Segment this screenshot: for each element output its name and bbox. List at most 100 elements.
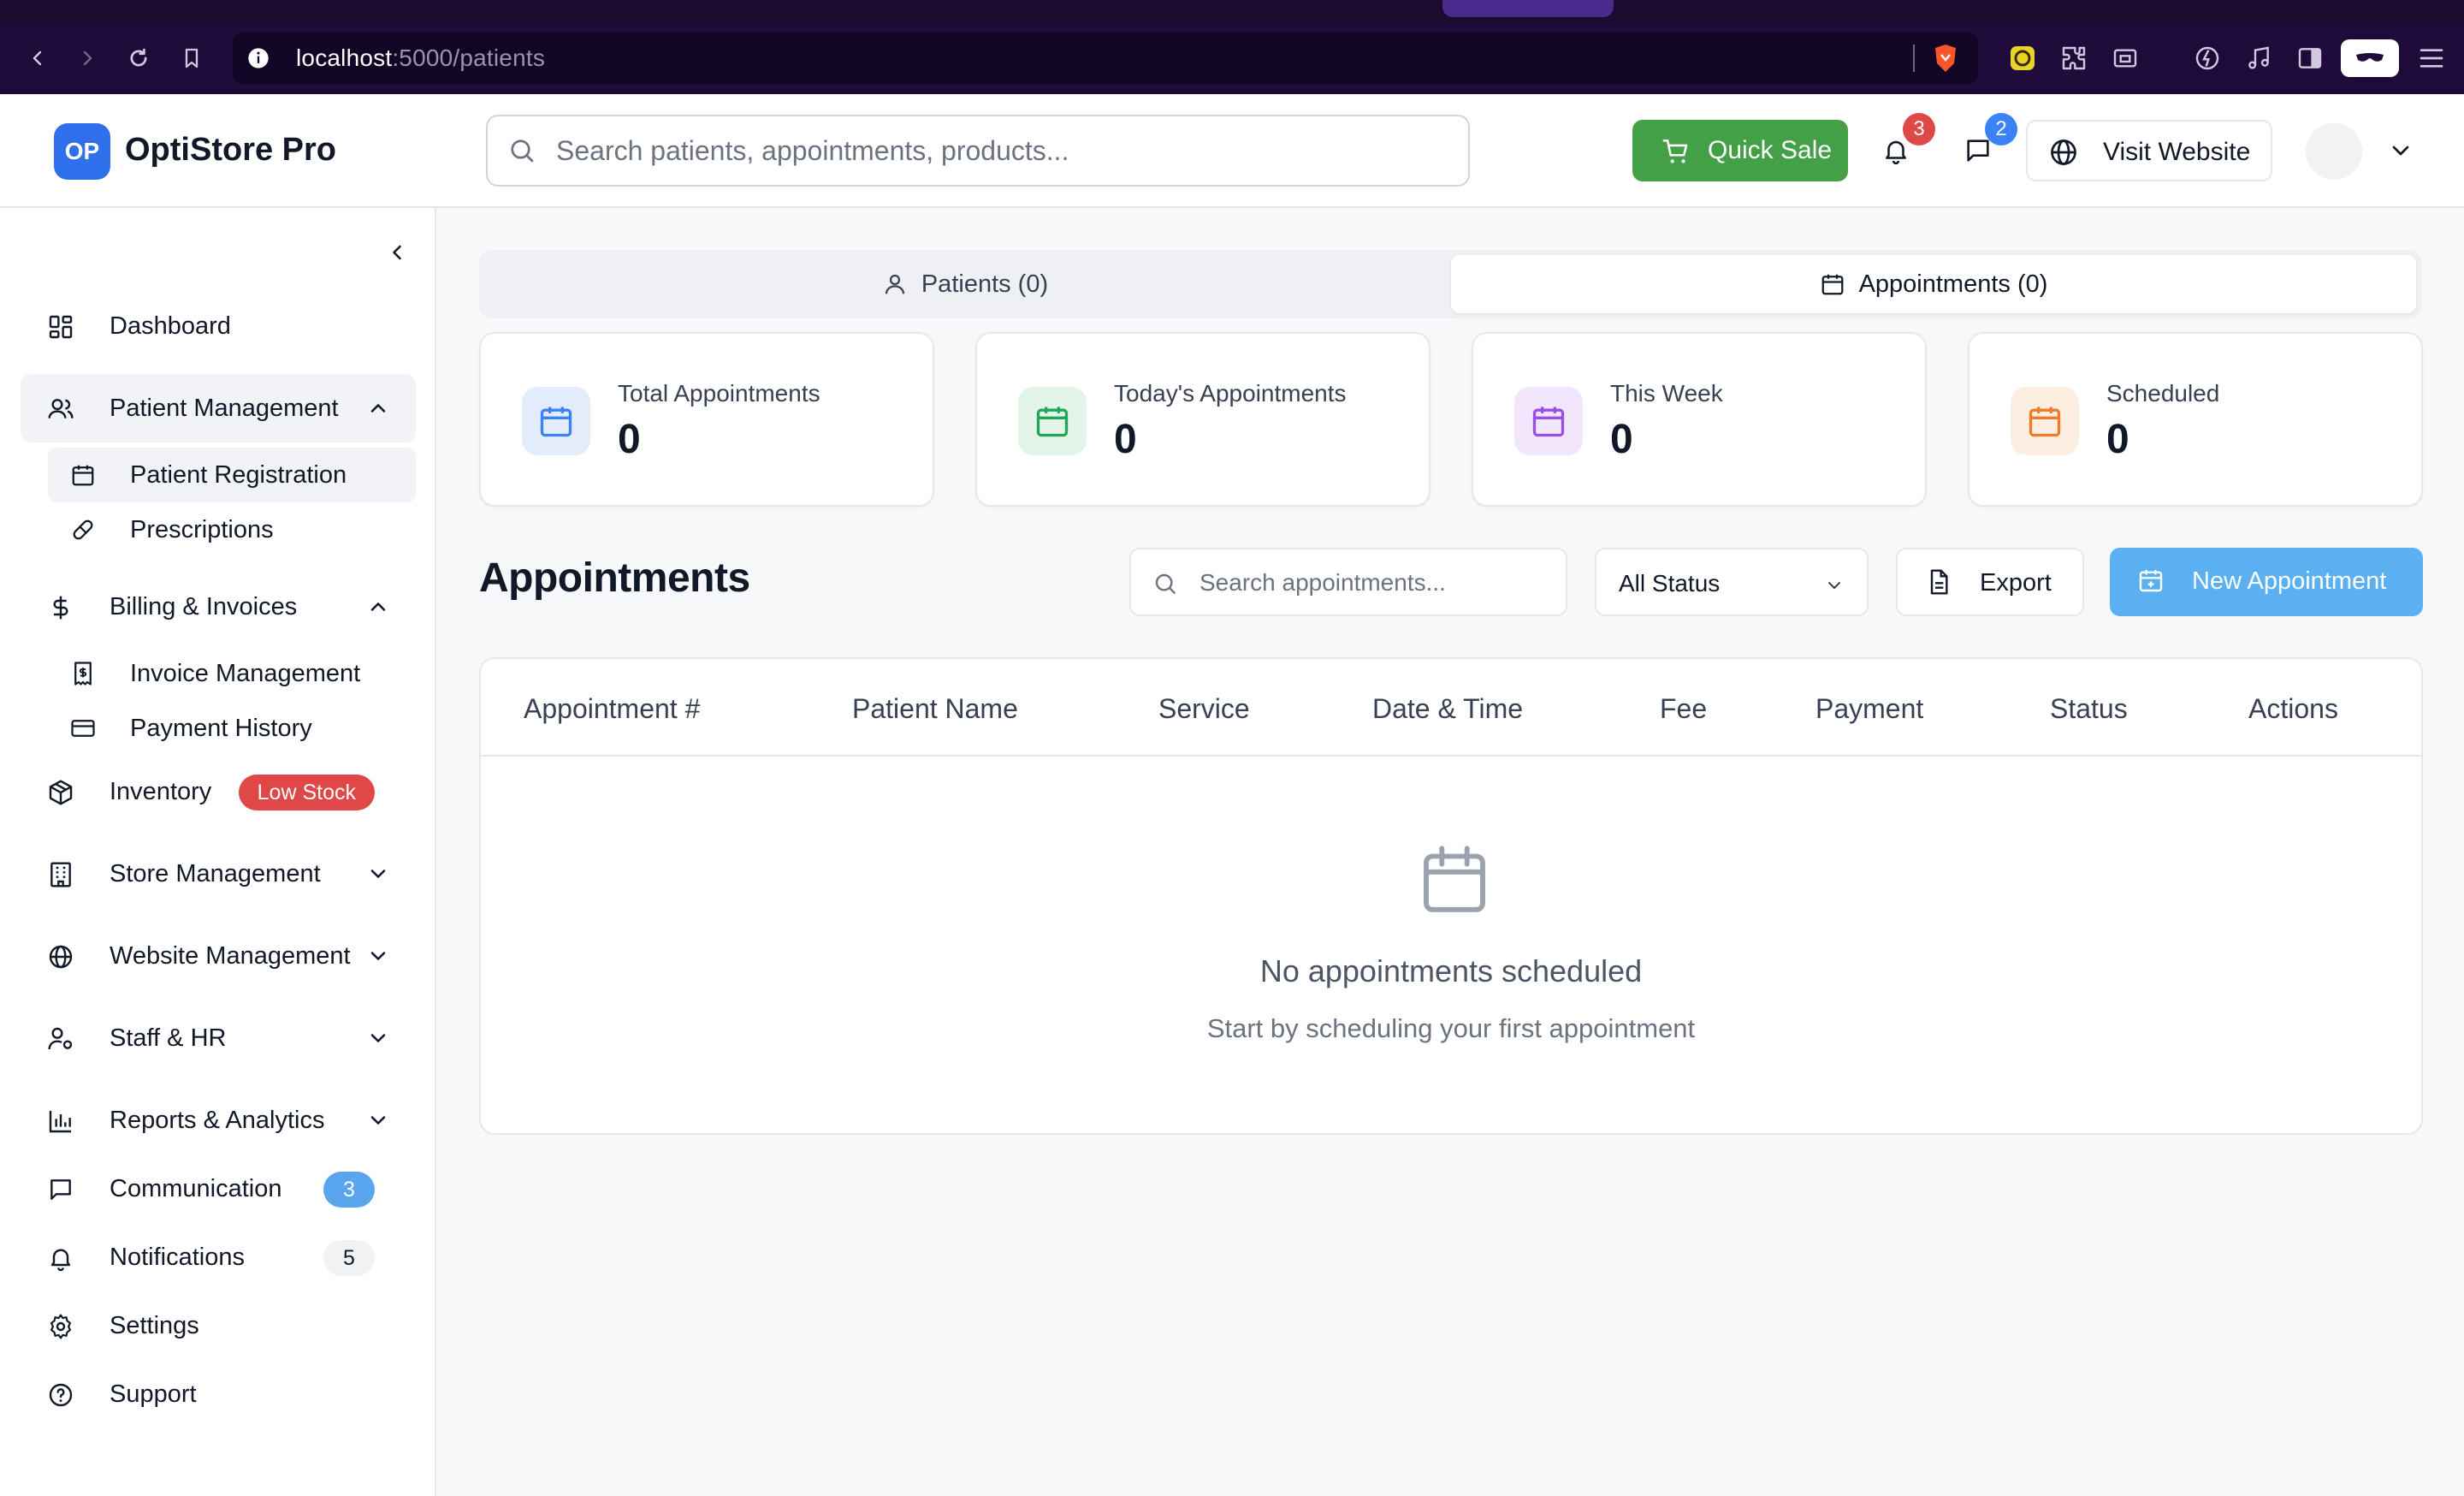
sidebar-item-label: Payment History — [130, 715, 312, 742]
empty-state-subtitle: Start by scheduling your first appointme… — [1206, 1013, 1696, 1043]
quick-sale-button[interactable]: Quick Sale — [1632, 120, 1848, 181]
brave-shield-icon[interactable] — [1932, 43, 1959, 74]
communication-count-badge: 3 — [323, 1172, 375, 1208]
help-circle-icon — [46, 1380, 75, 1410]
chevron-down-icon — [366, 944, 390, 968]
sidebar-item-website-management[interactable]: Website Management — [21, 922, 416, 990]
browser-menu-icon[interactable] — [2414, 41, 2449, 75]
sidebar-item-notifications[interactable]: Notifications 5 — [21, 1223, 416, 1291]
bell-icon — [46, 1244, 75, 1273]
dashboard-grid-icon — [46, 312, 75, 341]
sidebar-item-label: Communication — [110, 1175, 282, 1202]
sidebar-item-patient-management[interactable]: Patient Management — [21, 374, 416, 442]
column-header-payment[interactable]: Payment — [1815, 693, 1923, 725]
dollar-icon — [46, 593, 75, 622]
appointments-search[interactable] — [1129, 548, 1567, 616]
cart-icon — [1661, 137, 1691, 166]
column-header-fee[interactable]: Fee — [1660, 693, 1707, 725]
sidebar-item-settings[interactable]: Settings — [21, 1291, 416, 1360]
music-icon[interactable] — [2242, 41, 2276, 75]
sidebar-item-label: Notifications — [110, 1244, 245, 1271]
bookmark-icon[interactable] — [175, 41, 209, 75]
app-header: OP OptiStore Pro Quick Sale 3 2 Visit We… — [0, 94, 2464, 208]
quick-sale-label: Quick Sale — [1708, 136, 1833, 164]
leo-ai-icon[interactable] — [2190, 41, 2224, 75]
tab-appointments[interactable]: Appointments (0) — [1451, 255, 2416, 313]
tab-patients[interactable]: Patients (0) — [484, 255, 1446, 313]
stat-label: Scheduled — [2106, 380, 2220, 407]
calendar-plus-icon — [2137, 567, 2165, 594]
sidebar-item-patient-registration[interactable]: Patient Registration — [48, 448, 416, 502]
visit-website-button[interactable]: Visit Website — [2026, 120, 2272, 181]
wallet-icon[interactable] — [2108, 41, 2142, 75]
back-icon[interactable] — [21, 41, 55, 75]
extension-yellow-icon[interactable] — [2005, 41, 2040, 75]
sidebar-item-invoice-management[interactable]: Invoice Management — [48, 646, 416, 701]
sidebar-item-communication[interactable]: Communication 3 — [21, 1155, 416, 1223]
collapse-sidebar-icon[interactable] — [382, 237, 412, 268]
globe-icon — [46, 942, 75, 971]
new-appointment-button[interactable]: New Appointment — [2110, 548, 2423, 616]
column-header-patient-name[interactable]: Patient Name — [852, 693, 1018, 725]
status-filter-select[interactable]: All Status — [1595, 548, 1869, 616]
column-header-status[interactable]: Status — [2050, 693, 2128, 725]
stat-card-scheduled: Scheduled 0 — [1968, 332, 2423, 507]
status-filter-value: All Status — [1619, 570, 1721, 597]
column-header-service[interactable]: Service — [1158, 693, 1250, 725]
tab-patients-label: Patients (0) — [921, 270, 1049, 298]
sidebar-item-payment-history[interactable]: Payment History — [48, 701, 416, 756]
sidebar-item-label: Website Management — [110, 942, 351, 970]
appointments-table: Appointment # Patient Name Service Date … — [479, 657, 2423, 1135]
sidebar-item-dashboard[interactable]: Dashboard — [21, 292, 416, 360]
message-square-icon — [46, 1175, 75, 1204]
calendar-icon — [1018, 387, 1087, 455]
sidebar-toggle-icon[interactable] — [2293, 41, 2327, 75]
global-search[interactable] — [486, 115, 1470, 187]
stat-card-this-week: This Week 0 — [1472, 332, 1927, 507]
new-appointment-label: New Appointment — [2192, 567, 2387, 595]
sidebar-item-inventory[interactable]: Inventory Low Stock — [21, 757, 416, 826]
sidebar-item-reports-analytics[interactable]: Reports & Analytics — [21, 1086, 416, 1155]
chevron-down-icon — [366, 862, 390, 886]
column-header-appointment-number[interactable]: Appointment # — [524, 693, 700, 725]
logo-badge[interactable]: OP — [54, 123, 110, 180]
sidebar-item-prescriptions[interactable]: Prescriptions — [48, 502, 416, 557]
browser-active-tab[interactable] — [1442, 0, 1614, 17]
address-bar[interactable]: localhost:5000/patients — [233, 33, 1978, 84]
private-window-icon[interactable] — [2341, 39, 2399, 77]
sidebar-item-label: Reports & Analytics — [110, 1107, 325, 1134]
sidebar-item-staff-hr[interactable]: Staff & HR — [21, 1004, 416, 1072]
calendar-icon — [522, 387, 590, 455]
sidebar-item-support[interactable]: Support — [21, 1360, 416, 1428]
package-icon — [46, 778, 75, 807]
credit-card-icon — [68, 714, 98, 743]
sidebar-item-label: Inventory — [110, 778, 212, 805]
chevron-down-icon[interactable] — [2387, 137, 2414, 164]
sidebar-item-label: Invoice Management — [130, 660, 361, 687]
empty-state-title: No appointments scheduled — [1259, 953, 1643, 988]
building-icon — [46, 860, 75, 889]
column-header-date-time[interactable]: Date & Time — [1372, 693, 1523, 725]
receipt-icon — [68, 659, 98, 688]
app-name[interactable]: OptiStore Pro — [125, 132, 336, 169]
user-avatar[interactable] — [2306, 123, 2362, 180]
site-info-icon[interactable] — [246, 46, 270, 70]
extensions-puzzle-icon[interactable] — [2057, 41, 2091, 75]
view-tabs: Patients (0) Appointments (0) — [479, 250, 2421, 318]
address-divider — [1913, 45, 1915, 72]
sidebar-item-store-management[interactable]: Store Management — [21, 840, 416, 908]
export-button[interactable]: Export — [1896, 548, 2084, 616]
stat-value: 0 — [618, 417, 641, 462]
url-host: localhost — [296, 45, 393, 71]
stat-value: 0 — [1610, 417, 1633, 462]
sidebar-item-billing-invoices[interactable]: Billing & Invoices — [21, 573, 416, 641]
forward-icon[interactable] — [70, 41, 104, 75]
global-search-input[interactable] — [556, 128, 1446, 173]
browser-tab-strip — [0, 0, 2464, 22]
globe-icon — [2048, 137, 2079, 168]
reload-icon[interactable] — [121, 41, 156, 75]
chevron-down-icon — [366, 1108, 390, 1132]
sidebar-item-label: Patient Registration — [130, 461, 347, 489]
appointments-search-input[interactable] — [1199, 561, 1550, 604]
messages-count-badge: 2 — [1985, 113, 2017, 145]
